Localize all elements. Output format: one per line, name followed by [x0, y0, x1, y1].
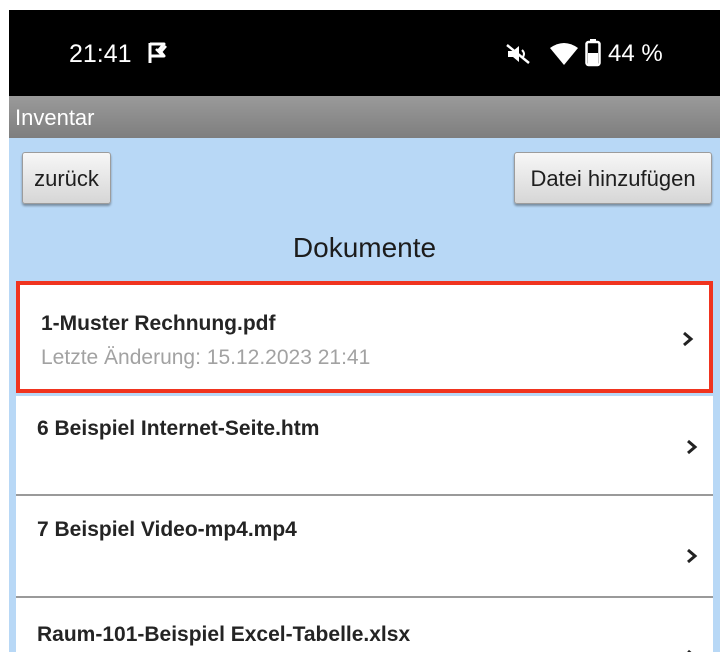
battery-icon — [585, 39, 601, 67]
list-item[interactable]: Raum-101-Beispiel Excel-Tabelle.xlsx — [16, 598, 713, 652]
notification-flag-icon — [148, 42, 167, 63]
list-item[interactable]: 6 Beispiel Internet-Seite.htm — [16, 396, 713, 494]
page-title: Dokumente — [292, 232, 437, 263]
chevron-right-icon — [687, 649, 692, 652]
wifi-icon — [550, 43, 578, 65]
app-screen: 21:41 44 % Inventar zurück Datei hinzufü… — [9, 10, 720, 652]
status-time: 21:41 — [69, 40, 132, 68]
add-file-button[interactable]: Datei hinzufügen — [514, 152, 712, 204]
document-name: 1-Muster Rechnung.pdf — [41, 312, 276, 335]
document-name: Raum-101-Beispiel Excel-Tabelle.xlsx — [37, 623, 411, 646]
chevron-right-icon — [683, 331, 694, 347]
list-item[interactable]: 1-Muster Rechnung.pdf Letzte Änderung: 1… — [16, 281, 713, 393]
document-modified: Letzte Änderung: 15.12.2023 21:41 — [41, 346, 371, 369]
chevron-right-icon — [687, 548, 698, 564]
back-button[interactable]: zurück — [22, 152, 111, 204]
mute-icon — [506, 44, 530, 64]
app-title-bar: Inventar — [9, 96, 720, 138]
list-item[interactable]: 7 Beispiel Video-mp4.mp4 — [16, 496, 713, 596]
app-title: Inventar — [15, 105, 95, 130]
chevron-right-icon — [687, 439, 698, 455]
battery-percentage: 44 % — [608, 40, 663, 67]
document-name: 6 Beispiel Internet-Seite.htm — [37, 417, 320, 440]
document-name: 7 Beispiel Video-mp4.mp4 — [37, 518, 297, 541]
status-bar: 21:41 44 % — [9, 10, 720, 96]
